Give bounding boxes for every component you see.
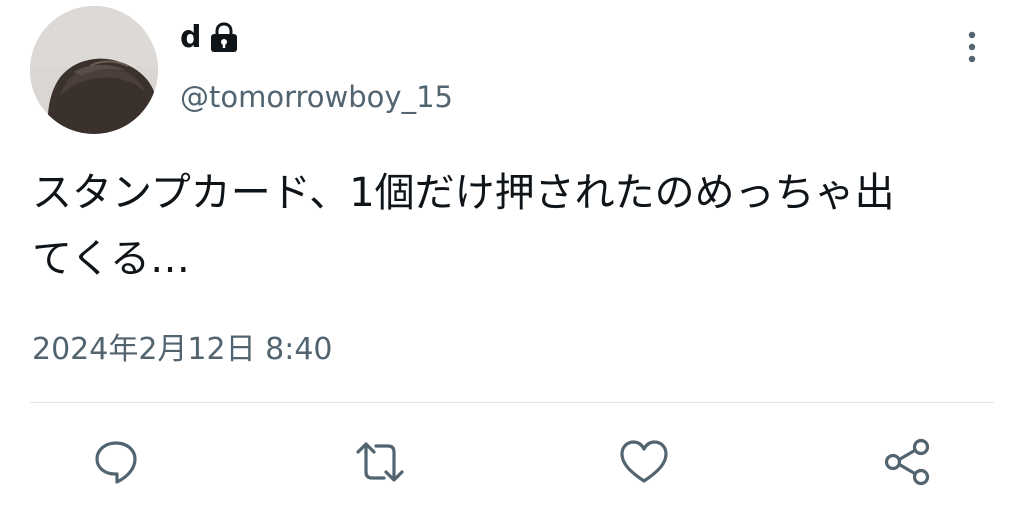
more-button[interactable] (956, 26, 988, 68)
more-vertical-icon (968, 31, 976, 63)
divider (30, 402, 994, 403)
tweet-text-line: スタンプカード、1個だけ押されたのめっちゃ出 (32, 170, 895, 216)
avatar-image (30, 6, 158, 134)
timestamp[interactable]: 2024年2月12日 8:40 (32, 330, 333, 370)
reply-icon (95, 441, 137, 484)
user-handle[interactable]: @tomorrowboy_15 (180, 78, 453, 116)
display-name-text: d (180, 20, 202, 55)
lock-icon (207, 21, 241, 55)
retweet-icon (356, 442, 404, 482)
retweet-button[interactable] (354, 436, 406, 488)
reply-button[interactable] (90, 436, 142, 488)
tweet-text-line: てくる… (32, 236, 190, 282)
share-button[interactable] (882, 436, 934, 488)
avatar[interactable] (30, 6, 158, 134)
like-button[interactable] (618, 436, 670, 488)
action-bar (0, 436, 1024, 488)
tweet-text: スタンプカード、1個だけ押されたのめっちゃ出 てくる… (32, 160, 1002, 292)
display-name[interactable]: d (180, 18, 241, 58)
share-icon (884, 438, 930, 486)
heart-icon (620, 440, 668, 483)
